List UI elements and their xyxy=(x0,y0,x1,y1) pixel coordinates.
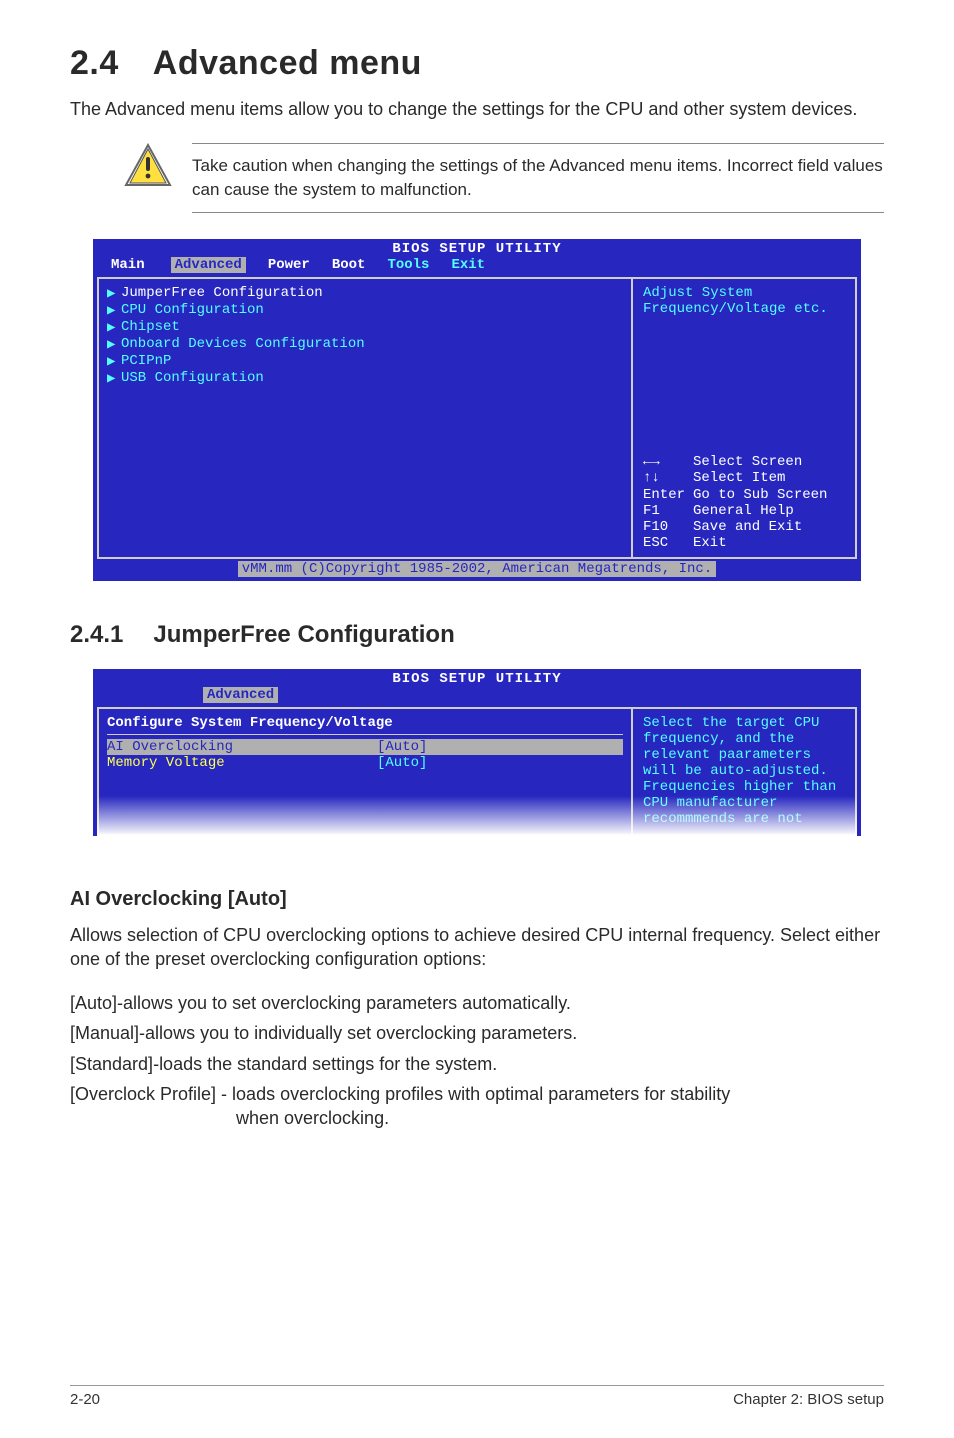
chapter-label: Chapter 2: BIOS setup xyxy=(733,1391,884,1408)
bios-item-chipset: ▶Chipset xyxy=(107,319,623,336)
triangle-icon: ▶ xyxy=(107,336,121,353)
bios-item-cpu: ▶CPU Configuration xyxy=(107,302,623,319)
bios-item-pcipnp: ▶PCIPnP xyxy=(107,353,623,370)
triangle-icon: ▶ xyxy=(107,285,121,302)
option-lead: Allows selection of CPU overclocking opt… xyxy=(70,923,884,972)
caution-icon xyxy=(124,143,172,192)
bios-field-memory-voltage: Memory Voltage[Auto] xyxy=(107,755,623,771)
option-item-standard: [Standard] - loads the standard settings… xyxy=(70,1052,884,1076)
option-item-manual: [Manual] - allows you to individually se… xyxy=(70,1021,884,1045)
bios-item-onboard: ▶Onboard Devices Configuration xyxy=(107,336,623,353)
caution-text: Take caution when changing the settings … xyxy=(192,143,884,213)
bios-tab-advanced: Advanced xyxy=(171,257,246,273)
bios-right-pane: Select the target CPU frequency, and the… xyxy=(631,709,857,836)
bios-key-legend: ←→Select Screen ↑↓Select Item EnterGo to… xyxy=(643,454,845,551)
bios-tab-main: Main xyxy=(111,257,171,273)
option-item-overclock-profile: [Overclock Profile] - loads overclocking… xyxy=(70,1082,884,1131)
bios-help-text: Select the target CPU frequency, and the… xyxy=(643,715,845,828)
bios-footer: vMM.mm (C)Copyright 1985-2002, American … xyxy=(93,559,861,581)
page-footer: 2-20 Chapter 2: BIOS setup xyxy=(70,1391,884,1408)
bios-tab-exit: Exit xyxy=(451,257,507,273)
triangle-icon: ▶ xyxy=(107,370,121,387)
option-list: [Auto] - allows you to set overclocking … xyxy=(70,991,884,1130)
bios-tab-tools: Tools xyxy=(387,257,451,273)
caution-box: Take caution when changing the settings … xyxy=(124,143,884,213)
section-title-text: Advanced menu xyxy=(153,44,422,82)
bios-tab-bar: Main Advanced Power Boot Tools Exit xyxy=(93,257,861,277)
bios-left-pane: ▶JumperFree Configuration ▶CPU Configura… xyxy=(97,279,631,559)
page-number: 2-20 xyxy=(70,1391,100,1408)
bios-section-head: Configure System Frequency/Voltage xyxy=(107,715,623,735)
option-item-auto: [Auto] - allows you to set overclocking … xyxy=(70,991,884,1015)
bios-header-title: BIOS SETUP UTILITY xyxy=(392,241,561,257)
bios-tab-advanced: Advanced xyxy=(203,687,278,703)
bios-screenshot-advanced-menu: BIOS SETUP UTILITY Main Advanced Power B… xyxy=(93,239,861,581)
bios-help-text: Adjust System Frequency/Voltage etc. xyxy=(643,285,845,317)
bios-header-title: BIOS SETUP UTILITY xyxy=(392,671,561,687)
bios-screenshot-jumperfree: BIOS SETUP UTILITY Advanced Configure Sy… xyxy=(93,669,861,836)
triangle-icon: ▶ xyxy=(107,319,121,336)
bios-tab-bar: Advanced xyxy=(93,687,861,707)
subsection-title: 2.4.1 JumperFree Configuration xyxy=(70,621,884,649)
section-lead: The Advanced menu items allow you to cha… xyxy=(70,97,884,121)
bios-tab-power: Power xyxy=(268,257,332,273)
section-title: 2.4 Advanced menu xyxy=(70,44,884,83)
bios-item-usb: ▶USB Configuration xyxy=(107,370,623,387)
section-number: 2.4 xyxy=(70,44,119,82)
bios-item-jumperfree: ▶JumperFree Configuration xyxy=(107,285,623,302)
triangle-icon: ▶ xyxy=(107,302,121,319)
option-heading: AI Overclocking [Auto] xyxy=(70,888,884,911)
bios-tab-boot: Boot xyxy=(332,257,388,273)
bios-left-pane: Configure System Frequency/Voltage AI Ov… xyxy=(97,709,631,836)
bios-right-pane: Adjust System Frequency/Voltage etc. ←→S… xyxy=(631,279,857,559)
bios-field-ai-overclocking: AI Overclocking[Auto] xyxy=(107,739,623,755)
subsection-text: JumperFree Configuration xyxy=(153,621,454,648)
triangle-icon: ▶ xyxy=(107,353,121,370)
subsection-number: 2.4.1 xyxy=(70,621,123,648)
